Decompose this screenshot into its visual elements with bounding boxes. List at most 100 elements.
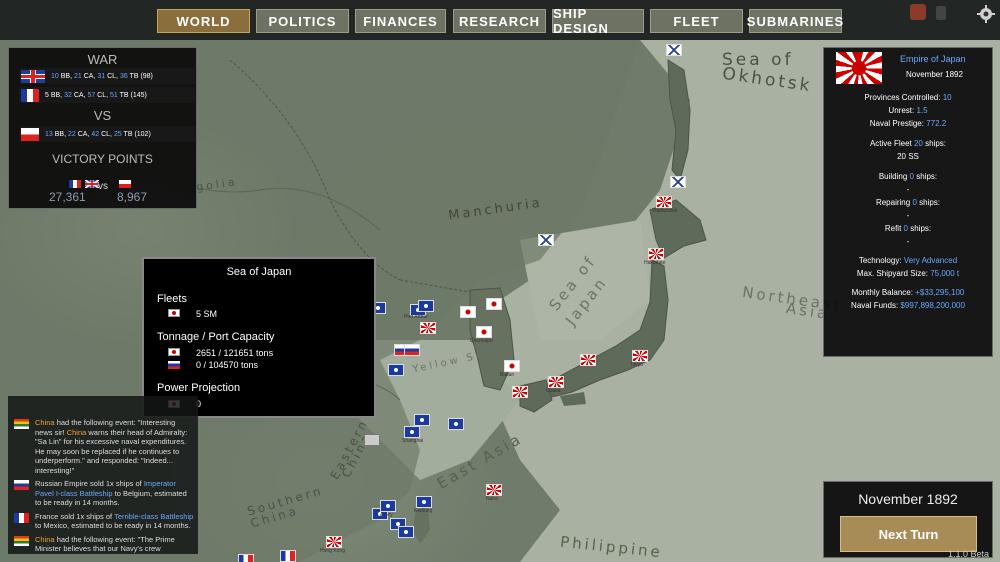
event-item[interactable]: Russian Empire sold 1x ships of Imperato… bbox=[14, 479, 194, 508]
highlight-text: 13 bbox=[45, 130, 53, 138]
tab-politics[interactable]: POLITICS bbox=[256, 9, 349, 33]
highlight-text: 32 bbox=[64, 91, 72, 99]
tab-ship-design[interactable]: SHIP DESIGN bbox=[552, 6, 644, 36]
port-marker-japan[interactable] bbox=[548, 376, 564, 388]
enemy-forces-list: 13 BB, 22 CA, 42 CL, 25 TB (102) bbox=[19, 126, 195, 145]
port-marker-france[interactable] bbox=[280, 550, 296, 562]
port-marker-japan[interactable] bbox=[512, 386, 528, 398]
port-marker-russia[interactable] bbox=[670, 176, 686, 188]
event-item[interactable]: France sold 1x ships of Terrible-class B… bbox=[14, 512, 194, 531]
port-marker-china[interactable] bbox=[416, 496, 432, 508]
country-name: Empire of Japan bbox=[900, 54, 966, 64]
port-marker-japan[interactable] bbox=[648, 248, 664, 260]
highlight-text: 25 bbox=[113, 130, 122, 138]
china-flag-icon bbox=[14, 419, 29, 429]
tab-submarines[interactable]: SUBMARINES bbox=[747, 9, 843, 33]
event-text: Russian Empire sold 1x ships of Imperato… bbox=[35, 479, 194, 508]
port-marker-japan[interactable] bbox=[486, 484, 502, 496]
tab-research[interactable]: RESEARCH bbox=[453, 9, 546, 33]
text: CA, bbox=[81, 72, 98, 80]
event-item[interactable]: China had the following event: "The Prim… bbox=[14, 535, 194, 554]
port-marker-korea[interactable] bbox=[504, 360, 520, 372]
port-marker-neutral[interactable] bbox=[364, 434, 380, 446]
tonnage-russia: 0 / 104570 tons bbox=[196, 360, 259, 370]
port-marker-china[interactable] bbox=[388, 364, 404, 376]
text: TB (102) bbox=[121, 130, 151, 138]
port-marker-russia[interactable] bbox=[666, 44, 682, 56]
fleets-label: Fleets bbox=[157, 293, 187, 305]
active-fleet-label: Active Fleet bbox=[869, 139, 912, 148]
prestige-value: 772.2 bbox=[926, 119, 947, 128]
refit-label: Refit bbox=[884, 224, 902, 233]
country-date: November 1892 bbox=[906, 70, 963, 79]
text: 5 BB, bbox=[45, 91, 65, 99]
settings-gear-icon[interactable] bbox=[976, 4, 996, 24]
port-marker-japan[interactable] bbox=[632, 350, 648, 362]
repairing-dash: - bbox=[906, 211, 910, 220]
provinces-label: Provinces Controlled: bbox=[864, 93, 941, 102]
highlight-text: China bbox=[66, 427, 87, 437]
advisor-icon[interactable] bbox=[936, 6, 946, 20]
city-label: Naha bbox=[486, 496, 498, 502]
japan-flag-large-icon bbox=[836, 52, 882, 84]
text: had the following event: "The Prime Mini… bbox=[35, 534, 175, 554]
tab-world[interactable]: WORLD bbox=[157, 9, 250, 33]
prestige-label: Naval Prestige: bbox=[869, 119, 924, 128]
highlight-text: Terrible-class Battleship bbox=[114, 511, 194, 521]
port-marker-japan[interactable] bbox=[580, 354, 596, 366]
top-navigation-bar: WORLD POLITICS FINANCES RESEARCH SHIP DE… bbox=[0, 0, 1000, 40]
unrest-value: 1.5 bbox=[916, 106, 928, 115]
power-projection-label: Power Projection bbox=[157, 382, 241, 394]
port-marker-japan[interactable] bbox=[420, 322, 436, 334]
port-marker-china[interactable] bbox=[414, 414, 430, 426]
building-label: Building bbox=[878, 172, 908, 181]
text: BB, bbox=[58, 72, 74, 80]
port-marker-mixed[interactable] bbox=[404, 344, 420, 356]
tab-fleet[interactable]: FLEET bbox=[650, 9, 743, 33]
victory-vs-label: vs bbox=[98, 181, 108, 192]
tonnage-label: Tonnage / Port Capacity bbox=[157, 331, 275, 343]
shipyard-label: Max. Shipyard Size: bbox=[856, 269, 928, 278]
technology-value: Very Advanced bbox=[903, 256, 958, 265]
text: TB (98) bbox=[127, 72, 153, 80]
tab-finances[interactable]: FINANCES bbox=[355, 9, 446, 33]
city-label: Hakodate bbox=[644, 260, 666, 266]
shipyard-value: 75,000 t bbox=[930, 269, 960, 278]
port-marker-russia[interactable] bbox=[538, 234, 554, 246]
port-marker-china[interactable] bbox=[398, 526, 414, 538]
repairing-value: 0 bbox=[912, 198, 917, 207]
text: CL, bbox=[99, 130, 114, 138]
city-label: Keelung bbox=[414, 508, 433, 514]
country-info-panel: Empire of Japan November 1892 Provinces … bbox=[823, 47, 993, 357]
event-log[interactable]: China had the following event: "Interest… bbox=[8, 396, 198, 554]
notification-icon[interactable] bbox=[910, 4, 926, 20]
port-marker-japan[interactable] bbox=[656, 196, 672, 208]
event-item[interactable]: China had the following event: "Interest… bbox=[14, 418, 194, 475]
port-marker-china[interactable] bbox=[418, 300, 434, 312]
port-marker-china[interactable] bbox=[404, 426, 420, 438]
port-marker-france[interactable] bbox=[238, 554, 254, 562]
port-marker-china[interactable] bbox=[380, 500, 396, 512]
refit-value: 0 bbox=[903, 224, 908, 233]
funds-label: Naval Funds: bbox=[851, 301, 899, 310]
next-turn-button[interactable]: Next Turn bbox=[840, 516, 977, 552]
port-marker-korea[interactable] bbox=[476, 326, 492, 338]
port-marker-korea[interactable] bbox=[460, 306, 476, 318]
building-dash: - bbox=[906, 185, 910, 194]
victory-points-title: VICTORY POINTS bbox=[52, 152, 153, 166]
war-panel: WAR 10 BB, 21 CA, 31 CL, 36 TB (98) 5 BB,… bbox=[8, 47, 197, 209]
highlight-text: China bbox=[35, 418, 55, 427]
port-marker-china[interactable] bbox=[448, 418, 464, 430]
active-fleet-ss: 20 SS bbox=[897, 152, 919, 161]
port-marker-korea[interactable] bbox=[486, 298, 502, 310]
france-flag-icon bbox=[14, 512, 29, 523]
port-marker-japan[interactable] bbox=[326, 536, 342, 548]
city-label: Shanghai bbox=[402, 438, 424, 444]
war-title: WAR bbox=[87, 52, 118, 67]
poland-flag-icon bbox=[21, 127, 39, 141]
tonnage-japan: 2651 / 121651 tons bbox=[196, 348, 274, 358]
text: CL, bbox=[95, 91, 111, 99]
city-label: Vladivostok bbox=[652, 208, 678, 214]
poland-flag-icon bbox=[119, 179, 131, 188]
event-text: China had the following event: "The Prim… bbox=[35, 535, 194, 554]
